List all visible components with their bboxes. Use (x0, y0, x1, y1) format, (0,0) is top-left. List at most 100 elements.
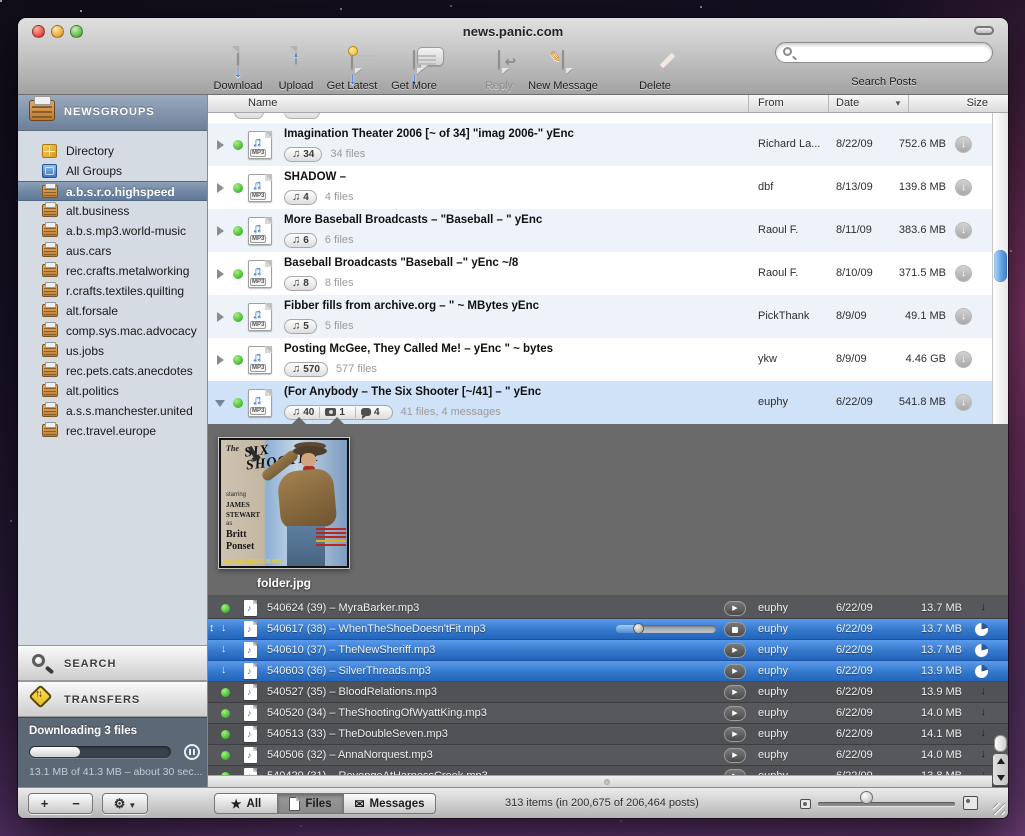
horizontal-scrollbar[interactable] (208, 775, 992, 787)
sidebar-item-newsgroup[interactable]: alt.forsale (18, 301, 207, 321)
filter-messages-button[interactable]: ✉ Messages (344, 793, 436, 814)
sidebar-item-newsgroup[interactable]: comp.sys.mac.advocacy (18, 321, 207, 341)
column-header-name[interactable]: Name (248, 97, 277, 109)
toolbar-toggle-button[interactable] (974, 26, 994, 35)
disclosure-triangle-icon[interactable] (217, 140, 224, 150)
reply-button[interactable]: ↩ Reply (478, 46, 520, 92)
post-row[interactable]: ♫MP3 Fibber fills from archive.org – " ~… (208, 295, 992, 338)
delete-button[interactable]: Delete (632, 46, 678, 92)
download-file-icon[interactable]: ↓ (981, 727, 987, 739)
download-post-button[interactable]: ↓ (955, 394, 972, 411)
sidebar-item-newsgroup[interactable]: rec.crafts.metalworking (18, 261, 207, 281)
download-file-icon[interactable]: ↓ (981, 685, 987, 697)
action-menu-button[interactable]: ⚙▼ (102, 793, 148, 814)
sidebar-section-search[interactable]: SEARCH (18, 645, 207, 681)
file-list-scrollbar-thumb[interactable] (994, 735, 1007, 752)
file-row-downloading[interactable]: ↓ 540603 (36) – SilverThreads.mp3 ▶ euph… (208, 661, 1008, 682)
file-row[interactable]: 540527 (35) – BloodRelations.mp3 ▶ euphy… (208, 682, 1008, 703)
disclosure-triangle-icon[interactable] (217, 312, 224, 322)
titlebar[interactable]: news.panic.com (18, 18, 1008, 44)
scroll-up-arrow-icon[interactable] (997, 758, 1005, 764)
column-header-size[interactable]: Size (912, 97, 988, 109)
sidebar-item-newsgroup[interactable]: us.jobs (18, 341, 207, 361)
sidebar-item-newsgroup[interactable]: aus.cars (18, 241, 207, 261)
download-post-button[interactable]: ↓ (955, 308, 972, 325)
disclosure-triangle-icon[interactable] (217, 226, 224, 236)
sidebar-item-newsgroup[interactable]: a.s.s.manchester.united (18, 401, 207, 421)
album-art-thumbnail[interactable]: The SIX SHOOTER starring JAMES STEWART (218, 437, 350, 569)
download-post-button[interactable]: ↓ (955, 222, 972, 239)
file-row[interactable]: 540513 (33) – TheDoubleSeven.mp3 ▶ euphy… (208, 724, 1008, 745)
download-post-button[interactable]: ↓ (955, 179, 972, 196)
scroll-down-arrow-icon[interactable] (997, 775, 1005, 781)
post-row[interactable]: ♫MP3 Imagination Theater 2006 [~ of 34] … (208, 123, 992, 166)
sidebar-item-directory[interactable]: Directory (18, 141, 207, 161)
post-row[interactable]: ♫MP3 Posting McGee, They Called Me! – yE… (208, 338, 992, 381)
remove-group-button[interactable]: − (60, 793, 93, 814)
new-message-icon: ✎ (562, 51, 564, 81)
play-button[interactable]: ▶ (724, 664, 746, 679)
vertical-scrollbar-track[interactable] (992, 113, 1008, 424)
filter-files-button[interactable]: Files (278, 793, 344, 814)
file-size: 14.0 MB (882, 707, 962, 719)
search-input[interactable] (775, 42, 993, 63)
play-button[interactable]: ▶ (724, 601, 746, 616)
play-button[interactable]: ▶ (724, 706, 746, 721)
play-button[interactable]: ▶ (724, 748, 746, 763)
file-row[interactable]: 540506 (32) – AnnaNorquest.mp3 ▶ euphy 6… (208, 745, 1008, 766)
post-row[interactable]: ♫MP3 SHADOW – ♫44 files dbf 8/13/09 139.… (208, 166, 992, 209)
sidebar-item-newsgroup[interactable]: r.crafts.textiles.quilting (18, 281, 207, 301)
file-row[interactable]: 540624 (39) – MyraBarker.mp3 ▶ euphy 6/2… (208, 598, 1008, 619)
scrubber-thumb[interactable] (633, 623, 644, 634)
download-file-icon[interactable]: ↓ (981, 706, 987, 718)
play-button[interactable]: ▶ (724, 643, 746, 658)
slider-thumb[interactable] (860, 791, 873, 804)
play-button[interactable]: ▶ (724, 727, 746, 742)
post-row-selected[interactable]: ♫MP3 (For Anybody – The Six Shooter [~/4… (208, 381, 992, 424)
download-post-button[interactable]: ↓ (955, 136, 972, 153)
scrollbar-arrow-buttons[interactable] (993, 754, 1008, 785)
playhead-indicator-icon: ↕ (209, 622, 215, 634)
download-post-button[interactable]: ↓ (955, 265, 972, 282)
column-header-date[interactable]: Date (836, 97, 859, 109)
sidebar-item-all-groups[interactable]: All Groups (18, 161, 207, 181)
new-message-button[interactable]: ✎ New Message (520, 46, 606, 92)
post-row[interactable]: ♫MP3 Baseball Broadcasts "Baseball –" yE… (208, 252, 992, 295)
sidebar-item-newsgroup[interactable]: rec.travel.europe (18, 421, 207, 441)
download-post-button[interactable]: ↓ (955, 351, 972, 368)
disclosure-triangle-icon[interactable] (217, 355, 224, 365)
vertical-scrollbar-thumb[interactable] (994, 250, 1007, 282)
download-file-icon[interactable]: ↓ (981, 748, 987, 760)
sidebar-item-newsgroup[interactable]: a.b.s.mp3.world-music (18, 221, 207, 241)
post-size: 371.5 MB (836, 267, 946, 279)
sidebar-item-newsgroup[interactable]: alt.business (18, 201, 207, 221)
pause-transfers-button[interactable] (184, 744, 200, 760)
sidebar-item-newsgroup-selected[interactable]: a.b.s.r.o.highspeed (18, 181, 207, 201)
get-more-button[interactable]: ↓ Get More (386, 46, 442, 92)
add-group-button[interactable]: + (28, 793, 61, 814)
sidebar-header-newsgroups[interactable]: NEWSGROUPS (18, 95, 207, 131)
stop-button[interactable] (724, 622, 746, 637)
download-file-icon[interactable]: ↓ (981, 601, 987, 613)
disclosure-triangle-icon[interactable] (217, 183, 224, 193)
slider-track[interactable] (818, 802, 955, 806)
sidebar-item-newsgroup[interactable]: rec.pets.cats.anecdotes (18, 361, 207, 381)
file-row-downloading[interactable]: ↓ 540610 (37) – TheNewSheriff.mp3 ▶ euph… (208, 640, 1008, 661)
newsgroup-icon (42, 204, 58, 217)
upload-button[interactable]: ↑ Upload (274, 46, 318, 92)
file-row-downloading-playing[interactable]: ↕ ↓ 540617 (38) – WhenTheShoeDoesn'tFit.… (208, 619, 1008, 640)
file-row[interactable]: 540520 (34) – TheShootingOfWyattKing.mp3… (208, 703, 1008, 724)
get-latest-button[interactable]: ↓ Get Latest (320, 46, 384, 92)
envelope-icon: ✉ (354, 797, 364, 811)
playback-scrubber[interactable] (616, 625, 716, 633)
column-header-from[interactable]: From (758, 97, 784, 109)
disclosure-triangle-open-icon[interactable] (215, 400, 225, 407)
resize-grip[interactable] (993, 803, 1005, 815)
sidebar-section-transfers[interactable]: ↑↓ TRANSFERS (18, 681, 207, 717)
post-row[interactable]: ♫MP3 More Baseball Broadcasts – "Basebal… (208, 209, 992, 252)
disclosure-triangle-icon[interactable] (217, 269, 224, 279)
filter-all-button[interactable]: ★ All (214, 793, 278, 814)
download-button[interactable]: ↓ Download (204, 46, 272, 92)
play-button[interactable]: ▶ (724, 685, 746, 700)
sidebar-item-newsgroup[interactable]: alt.politics (18, 381, 207, 401)
